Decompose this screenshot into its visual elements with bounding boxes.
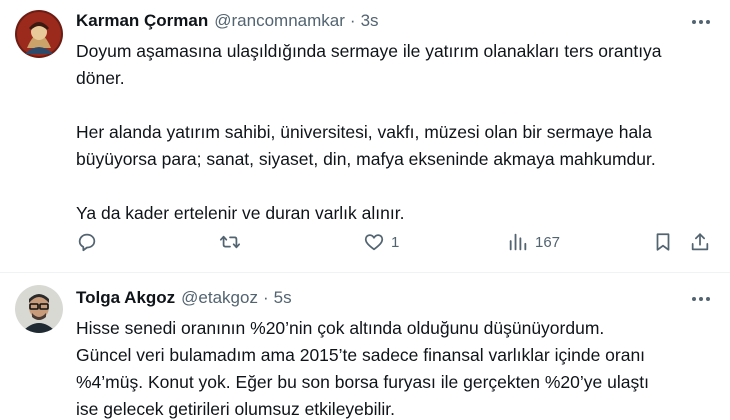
avatar-image — [15, 10, 63, 58]
avatar-image — [15, 285, 63, 333]
tweet-line: Her alanda yatırım sahibi, üniversitesi,… — [76, 122, 652, 142]
tweet-line: döner. — [76, 68, 125, 88]
author-handle[interactable]: @rancomnamkar — [214, 11, 345, 31]
tweet-header: Karman Çorman @rancomnamkar · 3s — [76, 9, 379, 33]
avatar[interactable] — [15, 10, 63, 58]
author-name[interactable]: Tolga Akgoz — [76, 288, 175, 308]
views-chart-icon — [509, 233, 527, 251]
tweet-line: Güncel veri bulamadım ama 2015’te sadece… — [76, 345, 646, 365]
timeline-feed: Karman Çorman @rancomnamkar · 3s Doyum a… — [0, 0, 730, 420]
more-horizontal-icon — [692, 297, 710, 301]
separator: · — [349, 11, 356, 30]
bookmark-icon — [656, 233, 670, 251]
tweet-line: Doyum aşamasına ulaşıldığında sermaye il… — [76, 41, 662, 61]
retweet-icon — [219, 235, 241, 249]
reply-button[interactable] — [76, 228, 104, 256]
heart-icon — [364, 234, 384, 251]
like-count: 1 — [391, 233, 400, 251]
views-count: 167 — [535, 233, 561, 251]
author-handle[interactable]: @etakgoz — [181, 288, 258, 308]
tweet-line: Hisse senedi oranının %20’nin çok altınd… — [76, 318, 605, 338]
more-horizontal-icon — [692, 20, 710, 24]
views-button[interactable]: 167 — [507, 228, 560, 256]
timestamp[interactable]: 5s — [274, 288, 292, 308]
separator: · — [262, 288, 269, 307]
tweet-text: Doyum aşamasına ulaşıldığında sermaye il… — [76, 38, 716, 227]
tweet-text: Hisse senedi oranının %20’nin çok altınd… — [76, 315, 716, 420]
avatar[interactable] — [15, 285, 63, 333]
tweet-actions: 1 167 — [76, 228, 716, 256]
more-options-button[interactable] — [690, 12, 712, 32]
like-button[interactable]: 1 — [363, 228, 399, 256]
more-options-button[interactable] — [690, 289, 712, 309]
share-icon — [691, 233, 709, 251]
author-name[interactable]: Karman Çorman — [76, 11, 208, 31]
bookmark-button[interactable] — [652, 228, 674, 256]
reply-icon — [78, 233, 96, 252]
tweet-line: Ya da kader ertelenir ve duran varlık al… — [76, 203, 405, 223]
tweet-line: %4’müş. Konut yok. Eğer bu son borsa fur… — [76, 372, 649, 392]
tweet-card[interactable]: Tolga Akgoz @etakgoz · 5s Hisse senedi o… — [0, 273, 730, 420]
tweet-card[interactable]: Karman Çorman @rancomnamkar · 3s Doyum a… — [0, 0, 730, 273]
tweet-header: Tolga Akgoz @etakgoz · 5s — [76, 286, 292, 310]
share-button[interactable] — [689, 228, 711, 256]
timestamp[interactable]: 3s — [361, 11, 379, 31]
retweet-button[interactable] — [219, 228, 247, 256]
tweet-line: ise gelecek getirileri olumsuz etkileyeb… — [76, 399, 396, 419]
tweet-line: büyüyorsa para; sanat, siyaset, din, maf… — [76, 149, 656, 169]
